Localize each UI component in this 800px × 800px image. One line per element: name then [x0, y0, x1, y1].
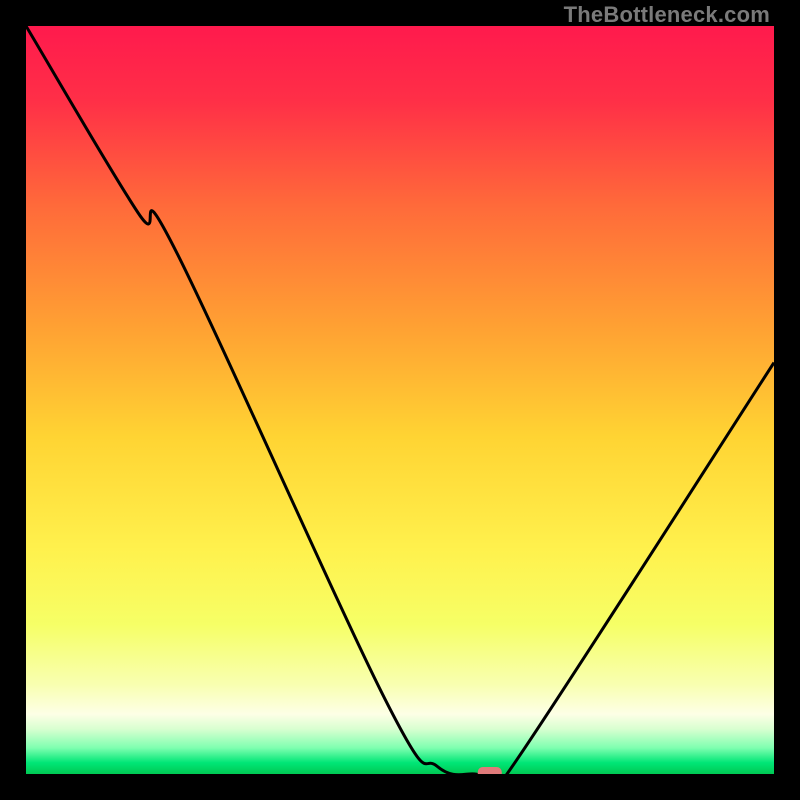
watermark-text: TheBottleneck.com: [564, 2, 770, 28]
chart-frame: TheBottleneck.com: [0, 0, 800, 800]
gradient-background: [26, 26, 774, 774]
bottleneck-chart: [26, 26, 774, 774]
plot-area: [26, 26, 774, 774]
optimal-marker: [478, 767, 502, 774]
